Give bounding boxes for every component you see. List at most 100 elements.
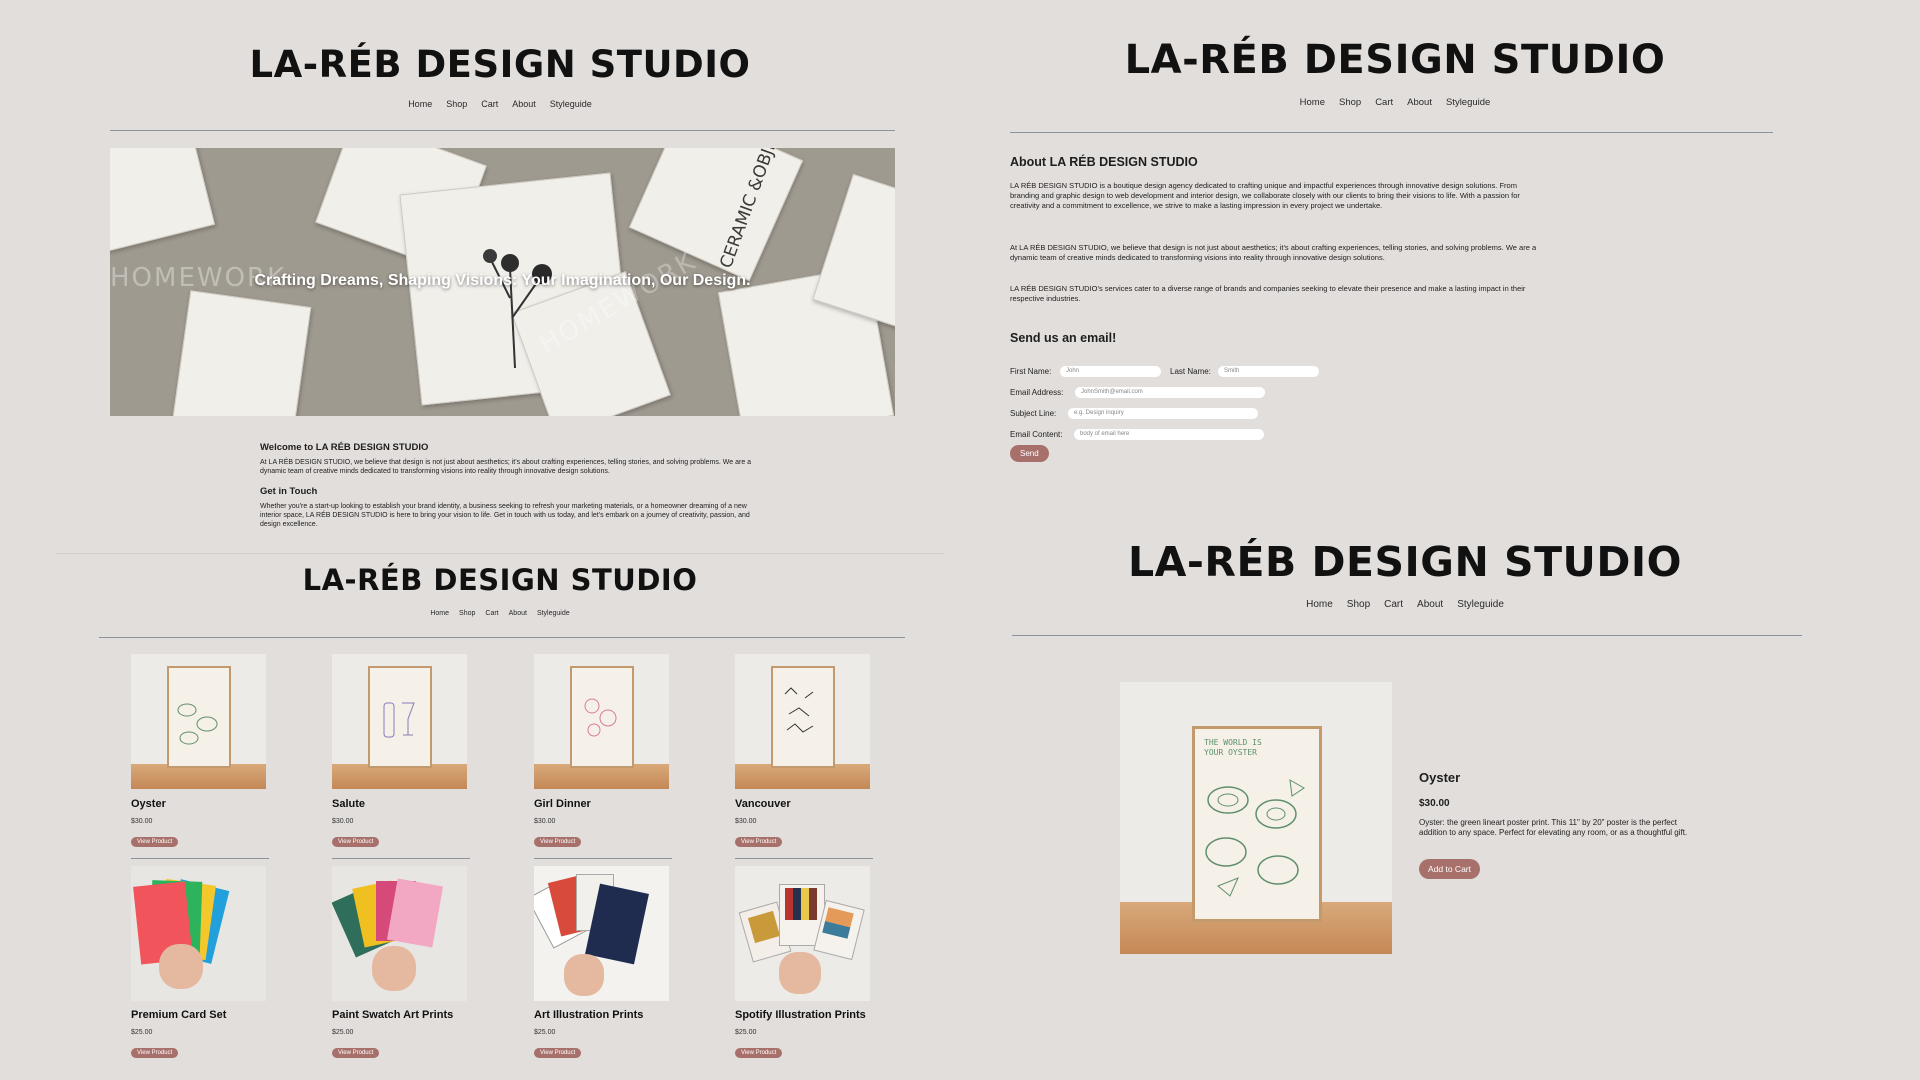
hero-card xyxy=(170,290,312,416)
last-name-input[interactable]: Smith xyxy=(1218,366,1319,377)
product-price: $30.00 xyxy=(1419,798,1450,809)
about-heading: About LA RÉB DESIGN STUDIO xyxy=(1010,155,1198,169)
nav-shop[interactable]: Shop xyxy=(446,99,467,109)
oyster-lineart xyxy=(1205,779,1305,897)
product-price: $30.00 xyxy=(332,818,354,825)
first-name-label: First Name: xyxy=(1010,367,1052,376)
product-price: $30.00 xyxy=(131,818,153,825)
view-product-button[interactable]: View Product xyxy=(131,1048,179,1058)
product-image-oyster[interactable] xyxy=(131,654,266,789)
product-image-art-illustration[interactable] xyxy=(534,866,669,1001)
about-panel: LA-RÉB DESIGN STUDIO Home Shop Cart Abou… xyxy=(990,25,1870,495)
nav-about[interactable]: About xyxy=(509,610,527,617)
home-panel: LA-RÉB DESIGN STUDIO Home Shop Cart Abou… xyxy=(55,25,945,550)
send-button[interactable]: Send xyxy=(1010,445,1049,462)
main-nav: Home Shop Cart About Styleguide xyxy=(990,97,1800,108)
product-panel: LA-RÉB DESIGN STUDIO Home Shop Cart Abou… xyxy=(990,520,1870,1080)
hero-banner: CERAMIC &OBJECTS HOMEWORK HOMEWORK Craft… xyxy=(110,148,895,416)
row-divider xyxy=(332,858,470,859)
view-product-button[interactable]: View Product xyxy=(332,1048,380,1058)
product-price: $25.00 xyxy=(332,1029,354,1036)
view-product-button[interactable]: View Product xyxy=(735,1048,783,1058)
row-divider xyxy=(131,858,269,859)
brand-title[interactable]: LA-RÉB DESIGN STUDIO xyxy=(990,37,1800,83)
product-image-premium-card-set[interactable] xyxy=(131,866,266,1001)
content-label: Email Content: xyxy=(1010,430,1063,439)
brand-title[interactable]: LA-RÉB DESIGN STUDIO xyxy=(55,43,945,86)
vancouver-lineart xyxy=(784,687,814,733)
row-divider xyxy=(534,858,672,859)
nav-styleguide[interactable]: Styleguide xyxy=(537,610,570,617)
product-price: $30.00 xyxy=(735,818,757,825)
view-product-button[interactable]: View Product xyxy=(735,837,783,847)
view-product-button[interactable]: View Product xyxy=(534,1048,582,1058)
product-name: Oyster xyxy=(131,798,166,810)
product-price: $25.00 xyxy=(534,1029,556,1036)
nav-cart[interactable]: Cart xyxy=(481,99,498,109)
nav-styleguide[interactable]: Styleguide xyxy=(1446,97,1490,108)
header-divider xyxy=(99,637,905,638)
main-nav: Home Shop Cart About Styleguide xyxy=(55,610,945,617)
poster-caption: THE WORLD IS YOUR OYSTER xyxy=(1204,738,1262,757)
welcome-text: At LA RÉB DESIGN STUDIO, we believe that… xyxy=(260,459,752,475)
about-paragraph-2: At LA RÉB DESIGN STUDIO, we believe that… xyxy=(1010,243,1537,262)
product-name: Paint Swatch Art Prints xyxy=(332,1009,454,1021)
about-paragraph-3: LA RÉB DESIGN STUDIO's services cater to… xyxy=(1010,284,1526,303)
header-divider xyxy=(1010,132,1773,133)
get-in-touch-text: Whether you're a start-up looking to est… xyxy=(260,503,750,528)
email-input[interactable]: JohnSmith@email.com xyxy=(1075,387,1265,398)
nav-styleguide[interactable]: Styleguide xyxy=(550,99,592,109)
header-divider xyxy=(110,130,895,131)
product-image-paint-swatch[interactable] xyxy=(332,866,467,1001)
nav-shop[interactable]: Shop xyxy=(459,610,475,617)
nav-styleguide[interactable]: Styleguide xyxy=(1457,599,1504,610)
nav-home[interactable]: Home xyxy=(1300,97,1325,108)
content-input[interactable]: body of email here xyxy=(1074,429,1264,440)
brand-title[interactable]: LA-RÉB DESIGN STUDIO xyxy=(55,563,945,597)
product-image-vancouver[interactable] xyxy=(735,654,870,789)
nav-cart[interactable]: Cart xyxy=(485,610,498,617)
nav-shop[interactable]: Shop xyxy=(1339,97,1361,108)
add-to-cart-button[interactable]: Add to Cart xyxy=(1419,859,1480,879)
nav-cart[interactable]: Cart xyxy=(1384,599,1403,610)
nav-shop[interactable]: Shop xyxy=(1347,599,1370,610)
product-price: $30.00 xyxy=(534,818,556,825)
view-product-button[interactable]: View Product xyxy=(131,837,179,847)
product-name: Premium Card Set xyxy=(131,1009,227,1021)
product-title: Oyster xyxy=(1419,770,1461,785)
nav-home[interactable]: Home xyxy=(1306,599,1333,610)
view-product-button[interactable]: View Product xyxy=(332,837,380,847)
product-name: Salute xyxy=(332,798,366,810)
row-divider xyxy=(735,858,873,859)
hero-card xyxy=(628,148,804,282)
hero-headline: Crafting Dreams, Shaping Visions: Your I… xyxy=(254,272,751,289)
nav-about[interactable]: About xyxy=(1407,97,1432,108)
header-divider xyxy=(1012,635,1802,636)
product-description: Oyster: the green lineart poster print. … xyxy=(1419,818,1688,837)
oyster-lineart xyxy=(177,703,218,745)
about-paragraph-1: LA RÉB DESIGN STUDIO is a boutique desig… xyxy=(1010,181,1520,210)
section-top-rule xyxy=(55,553,945,554)
nav-cart[interactable]: Cart xyxy=(1375,97,1393,108)
subject-input[interactable]: e.g. Design inquiry xyxy=(1068,408,1258,419)
nav-about[interactable]: About xyxy=(1417,599,1443,610)
view-product-button[interactable]: View Product xyxy=(534,837,582,847)
product-image-girl-dinner[interactable] xyxy=(534,654,669,789)
nav-home[interactable]: Home xyxy=(430,610,449,617)
product-image-salute[interactable] xyxy=(332,654,467,789)
nav-about[interactable]: About xyxy=(512,99,536,109)
hero-card xyxy=(110,148,216,252)
wine-lineart xyxy=(383,702,415,738)
product-name: Spotify Illustration Prints xyxy=(735,1009,866,1021)
brand-title[interactable]: LA-RÉB DESIGN STUDIO xyxy=(990,538,1820,586)
product-image-spotify-illustration[interactable] xyxy=(735,866,870,1001)
product-detail-image: THE WORLD IS YOUR OYSTER xyxy=(1120,682,1392,954)
nav-home[interactable]: Home xyxy=(408,99,432,109)
product-price: $25.00 xyxy=(735,1029,757,1036)
first-name-input[interactable]: John xyxy=(1060,366,1161,377)
product-name: Girl Dinner xyxy=(534,798,591,810)
email-form-heading: Send us an email! xyxy=(1010,331,1117,345)
last-name-label: Last Name: xyxy=(1170,367,1211,376)
main-nav: Home Shop Cart About Styleguide xyxy=(55,99,945,109)
product-name: Vancouver xyxy=(735,798,791,810)
